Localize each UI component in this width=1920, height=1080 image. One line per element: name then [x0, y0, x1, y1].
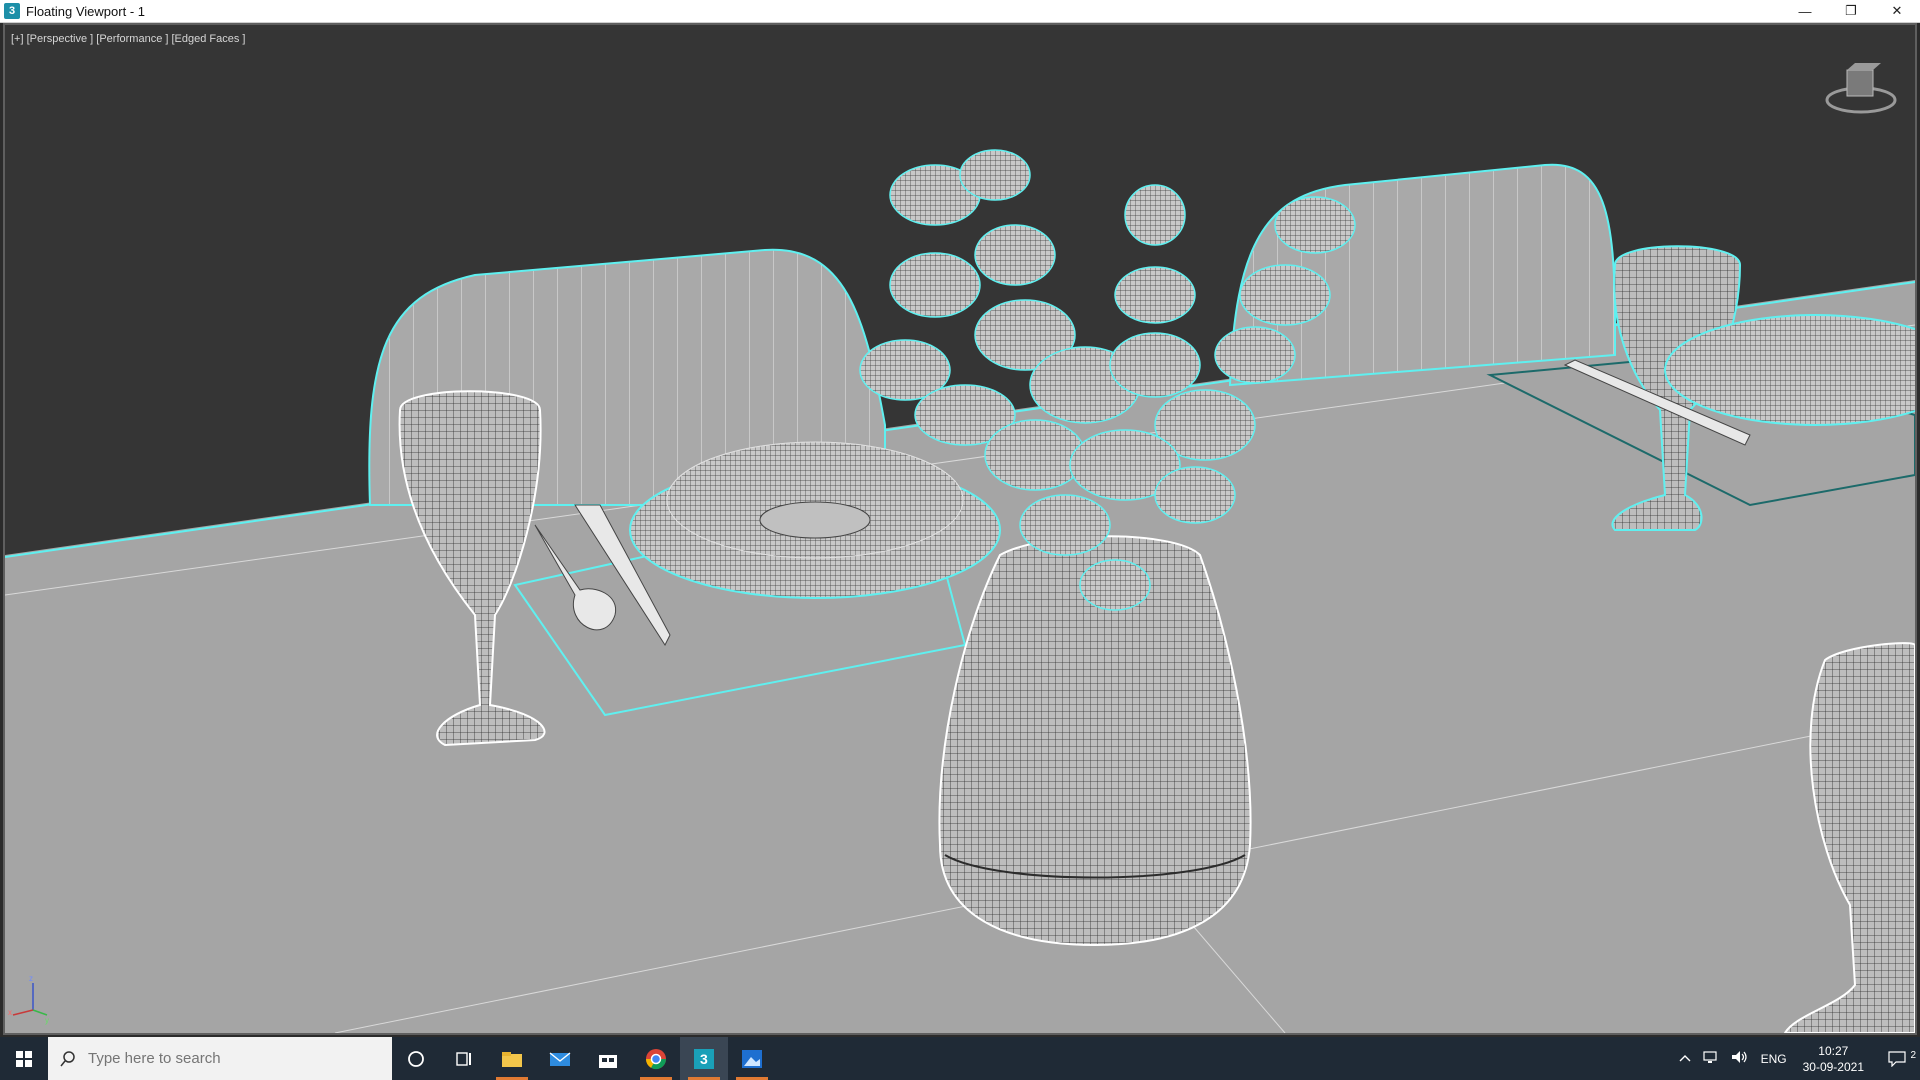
restore-button[interactable]: ❐ — [1828, 0, 1874, 22]
clock-date: 30-09-2021 — [1802, 1059, 1864, 1074]
chevron-up-icon[interactable] — [1673, 1052, 1697, 1066]
svg-text:y: y — [45, 1016, 49, 1025]
volume-icon[interactable] — [1725, 1050, 1755, 1067]
svg-text:x: x — [8, 1008, 12, 1017]
window-title: Floating Viewport - 1 — [26, 3, 145, 19]
network-icon[interactable] — [1697, 1050, 1725, 1067]
search-icon — [60, 1050, 75, 1066]
viewcube[interactable] — [1825, 63, 1897, 114]
taskbar-search[interactable] — [48, 1037, 392, 1080]
close-button[interactable]: ✕ — [1874, 0, 1920, 22]
app-icon: 3 — [4, 3, 20, 19]
clock[interactable]: 10:27 30-09-2021 — [1793, 1043, 1874, 1075]
chrome-icon[interactable] — [632, 1037, 680, 1080]
clock-time: 10:27 — [1818, 1043, 1849, 1058]
search-input[interactable] — [86, 1049, 370, 1068]
language-indicator[interactable]: ENG — [1755, 1052, 1793, 1066]
perspective-viewport[interactable]: [+] [Perspective ] [Performance ] [Edged… — [3, 23, 1917, 1035]
photos-icon[interactable] — [728, 1037, 776, 1080]
system-tray: ENG 10:27 30-09-2021 2 — [1673, 1037, 1920, 1080]
mail-icon[interactable] — [536, 1037, 584, 1080]
minimize-button[interactable]: — — [1782, 0, 1828, 22]
window-titlebar: 3 Floating Viewport - 1 — ❐ ✕ — [0, 0, 1920, 23]
notification-icon[interactable]: 2 — [1874, 1049, 1920, 1067]
file-explorer-icon[interactable] — [488, 1037, 536, 1080]
svg-text:z: z — [29, 974, 33, 983]
start-button[interactable] — [0, 1037, 48, 1080]
window-controls: — ❐ ✕ — [1782, 0, 1920, 22]
notification-count: 2 — [1910, 1049, 1916, 1061]
task-view-icon[interactable] — [440, 1037, 488, 1080]
windows-taskbar: 3 ENG 10:27 30-09-2021 2 — [0, 1037, 1920, 1080]
store-icon[interactable] — [584, 1037, 632, 1080]
cortana-icon[interactable] — [392, 1037, 440, 1080]
svg-text:3: 3 — [700, 1051, 708, 1067]
windows-logo-icon — [16, 1050, 32, 1067]
viewport-scene[interactable]: z x y — [5, 25, 1915, 1033]
viewport-label[interactable]: [+] [Perspective ] [Performance ] [Edged… — [11, 33, 245, 45]
3dsmax-icon[interactable]: 3 — [680, 1037, 728, 1080]
